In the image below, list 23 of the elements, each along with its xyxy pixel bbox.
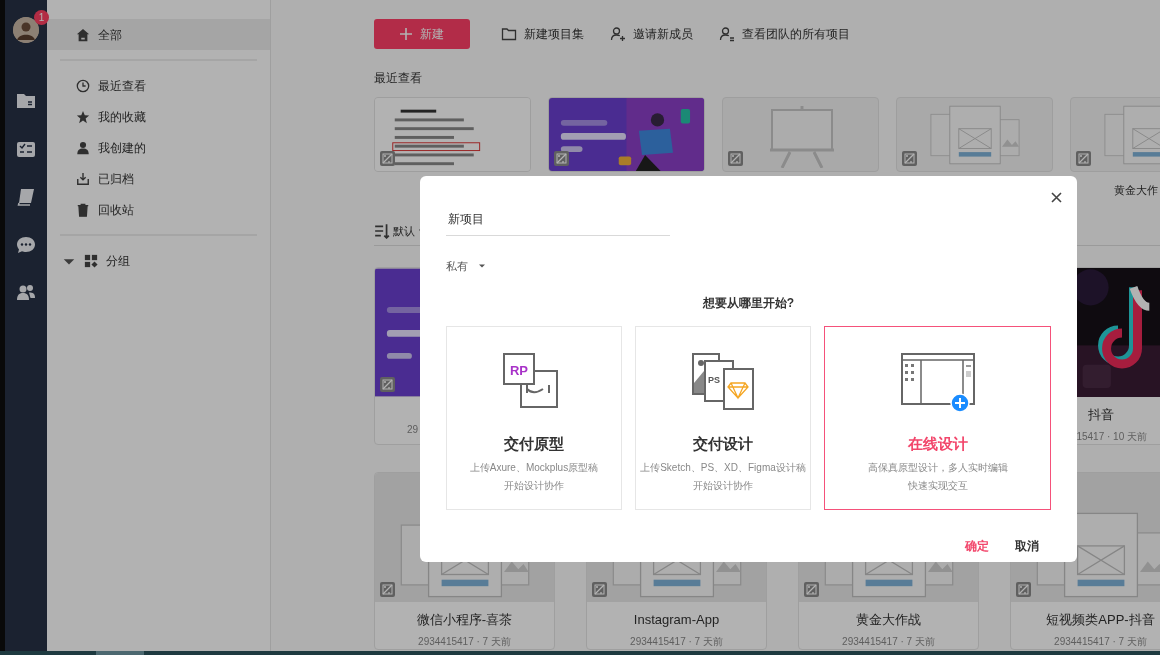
card-meta: 29: [407, 424, 419, 435]
card-title: Instagram-App: [632, 611, 721, 629]
card-meta: 2934415417 · 7 天前: [630, 635, 723, 647]
section-title: 最近查看: [374, 70, 423, 87]
option-description: 高保真原型设计，多人实时编辑: [867, 461, 1008, 475]
card-title: 微信小程序-喜茶: [415, 611, 514, 629]
option-description: 开始设计协作: [504, 479, 564, 493]
option-title: 交付原型: [504, 433, 564, 454]
option-description: 上传Axure、Mockplus原型稿: [469, 461, 599, 475]
option-description: 上传Sketch、PS、XD、Figma设计稿: [640, 461, 806, 475]
option-description: 快速实现交互: [907, 479, 968, 493]
card-meta: 2934415417 · 7 天前: [842, 635, 935, 647]
option-title: 交付设计: [693, 433, 753, 454]
option-title: 在线设计: [907, 433, 968, 454]
card-title: 黄金大作: [1113, 183, 1159, 198]
card-title: 抖音: [1086, 406, 1115, 424]
card-meta: 2934415417 · 7 天前: [418, 635, 511, 647]
card-title: 黄金大作战: [855, 611, 922, 629]
card-title: 短视频类APP-抖音: [1045, 611, 1156, 629]
card-meta: 2934415417 · 7 天前: [1054, 635, 1147, 647]
card-meta: 15417 · 10 天前: [1076, 430, 1147, 442]
dialog-question: 想要从哪里开始?: [701, 294, 796, 312]
option-description: 开始设计协作: [693, 479, 753, 493]
